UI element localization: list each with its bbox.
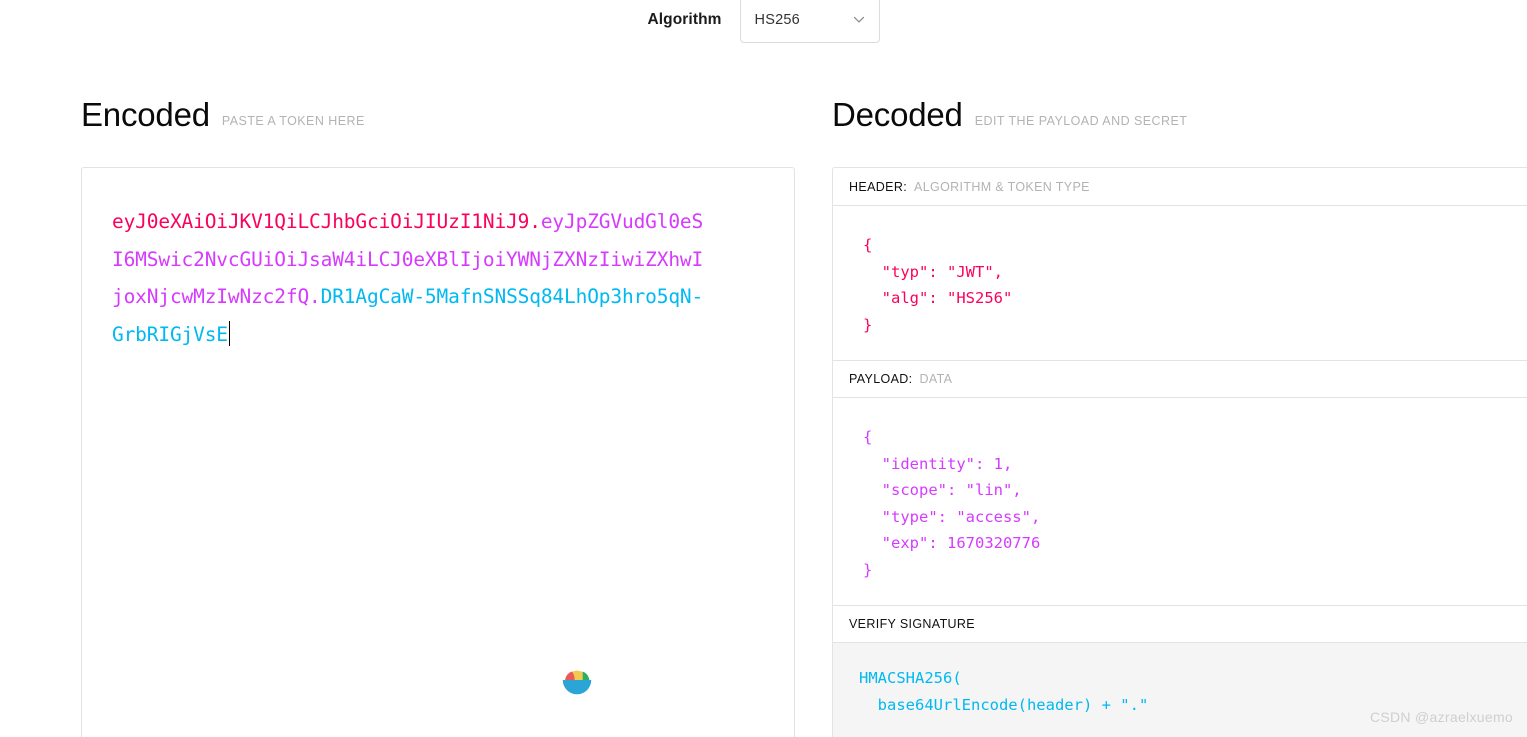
encoded-heading: Encoded PASTE A TOKEN HERE — [81, 98, 365, 131]
token-separator-1: . — [529, 210, 541, 233]
header-section-label: HEADER: — [849, 179, 908, 194]
signature-code-line-1: HMACSHA256( — [859, 669, 962, 687]
bowl-emoji-icon — [558, 662, 596, 700]
header-section-bar: HEADER: ALGORITHM & TOKEN TYPE — [833, 168, 1527, 206]
encoded-token-editor[interactable]: eyJ0eXAiOiJKV1QiLCJhbGciOiJIUzI1NiJ9.eyJ… — [81, 167, 795, 737]
signature-section-bar: VERIFY SIGNATURE — [833, 605, 1527, 643]
header-json-editor[interactable]: { "typ": "JWT", "alg": "HS256" } — [833, 206, 1527, 360]
decoded-panel: HEADER: ALGORITHM & TOKEN TYPE { "typ": … — [832, 167, 1527, 737]
encoded-title: Encoded — [81, 96, 210, 133]
payload-json-editor[interactable]: { "identity": 1, "scope": "lin", "type":… — [833, 398, 1527, 605]
decoded-subtitle: EDIT THE PAYLOAD AND SECRET — [974, 114, 1188, 128]
token-header-segment: eyJ0eXAiOiJKV1QiLCJhbGciOiJIUzI1NiJ9 — [112, 210, 530, 233]
token-separator-2: . — [309, 285, 321, 308]
payload-section-bar: PAYLOAD: DATA — [833, 360, 1527, 398]
algorithm-select[interactable]: HS256 — [739, 0, 880, 43]
payload-section-hint: DATA — [919, 372, 953, 386]
decoded-heading: Decoded EDIT THE PAYLOAD AND SECRET — [832, 98, 1187, 131]
header-section-hint: ALGORITHM & TOKEN TYPE — [914, 179, 1090, 194]
algorithm-select-value: HS256 — [754, 12, 800, 28]
signature-code-line-2: base64UrlEncode(header) + "." — [859, 696, 1149, 714]
algorithm-toolbar: Algorithm HS256 — [0, 0, 1527, 52]
payload-section-label: PAYLOAD: — [849, 372, 913, 386]
signature-section-label: VERIFY SIGNATURE — [849, 617, 975, 631]
algorithm-label: Algorithm — [647, 11, 722, 28]
decoded-title: Decoded — [832, 96, 963, 133]
jwt-debugger-page: Algorithm HS256 Encoded PASTE A TOKEN HE… — [0, 0, 1527, 737]
encoded-token-text[interactable]: eyJ0eXAiOiJKV1QiLCJhbGciOiJIUzI1NiJ9.eyJ… — [112, 203, 712, 353]
encoded-subtitle: PASTE A TOKEN HERE — [221, 114, 365, 128]
chevron-down-icon — [853, 13, 865, 25]
text-cursor — [228, 320, 230, 346]
watermark: CSDN @azraelxuemo — [1369, 709, 1513, 725]
